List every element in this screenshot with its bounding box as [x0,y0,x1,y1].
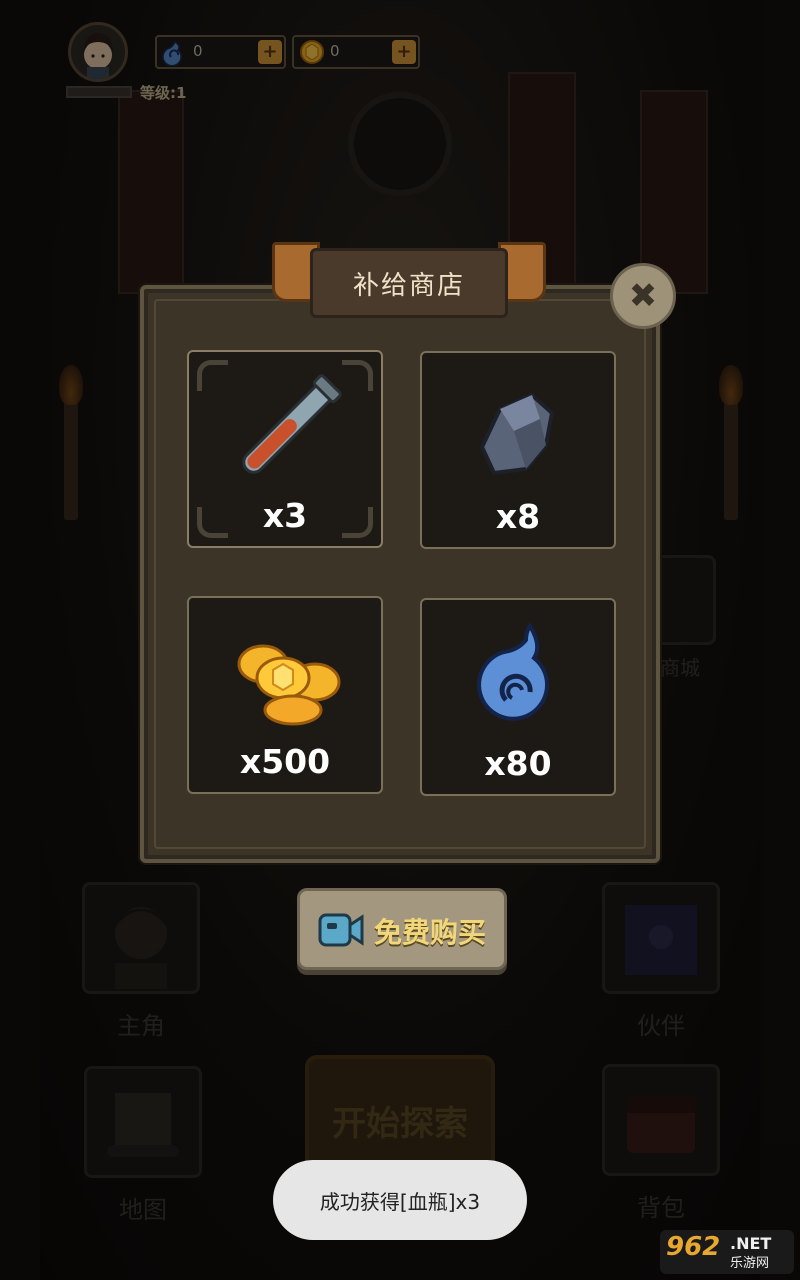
watermark-number: 962 [666,1232,721,1262]
ore-stone-icon [479,392,555,476]
blood-vial-icon [242,374,342,474]
gold-coins-icon [237,644,341,726]
shop-title-plate: 补给商店 [272,242,546,322]
free-buy-button[interactable]: 免费购买 [297,888,507,970]
free-buy-label: 免费购买 [374,916,487,949]
selection-corner [197,360,228,391]
shop-title: 补给商店 [352,270,465,301]
shop-item-blood-vial[interactable]: x3 [187,350,383,548]
item-quantity: x3 [262,496,308,535]
watermark-cn: 乐游网 [730,1256,770,1271]
item-quantity: x80 [484,744,552,783]
close-button[interactable]: ✖ [610,263,676,329]
item-quantity: x500 [239,742,331,781]
item-quantity: x8 [495,497,541,536]
watermark-net: .NET [730,1234,772,1253]
shop-item-gold-coins[interactable]: x500 [187,596,383,794]
toast-message: 成功获得[血瓶]x3 [273,1160,527,1240]
site-watermark: 962 .NET 乐游网 [660,1230,794,1274]
shop-item-ore[interactable]: x8 [420,351,616,549]
shop-item-blue-spirit[interactable]: x80 [420,598,616,796]
blue-spirit-icon [477,622,549,721]
video-camera-icon [318,913,364,947]
